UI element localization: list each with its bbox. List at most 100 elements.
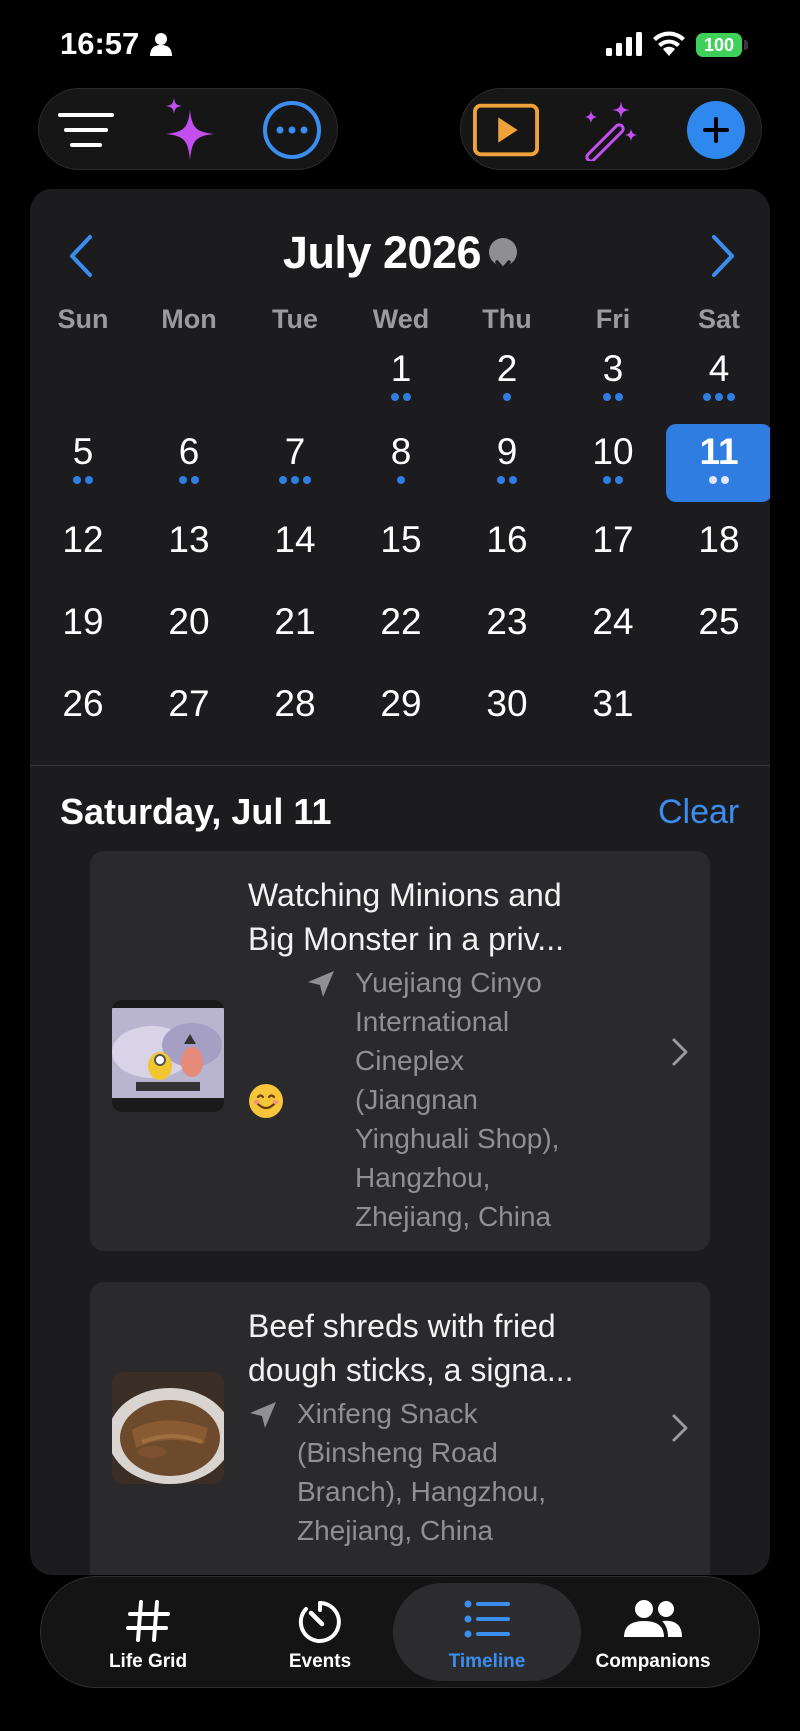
calendar-day[interactable]: 22	[348, 594, 454, 672]
day-number: 10	[592, 431, 634, 472]
day-number: 22	[380, 601, 422, 642]
tab-label: Timeline	[448, 1651, 526, 1672]
weekday-label: Fri	[595, 304, 631, 334]
more-icon	[263, 101, 321, 159]
magic-wand-icon	[585, 101, 637, 161]
day-number: 12	[62, 519, 104, 560]
calendar-day[interactable]: 1	[348, 341, 454, 419]
calendar-day[interactable]: 25	[666, 594, 770, 672]
event-card[interactable]: Beef shreds with fried dough sticks, a s…	[90, 1282, 710, 1575]
event-dots	[560, 728, 666, 738]
event-dots	[348, 646, 454, 656]
location-line: Branch), Hangzhou,	[297, 1476, 547, 1507]
weekday-label: Thu	[482, 304, 532, 334]
tab-timeline[interactable]: Timeline	[393, 1583, 581, 1681]
weekday-header: Sun Mon Tue Wed Thu Fri Sat	[30, 304, 770, 344]
calendar-day[interactable]: 3	[560, 341, 666, 419]
day-number: 11	[699, 431, 739, 472]
event-title: Beef shreds with fried dough sticks, a s…	[248, 1304, 628, 1392]
calendar-day[interactable]: 27	[136, 676, 242, 754]
calendar-day[interactable]: 18	[666, 512, 770, 590]
event-dots	[454, 646, 560, 656]
day-number: 18	[698, 519, 740, 560]
event-dot	[391, 393, 399, 401]
calendar-day[interactable]: 15	[348, 512, 454, 590]
calendar-day[interactable]: 23	[454, 594, 560, 672]
calendar-day[interactable]: 17	[560, 512, 666, 590]
calendar-day[interactable]: 13	[136, 512, 242, 590]
event-dot	[73, 476, 81, 484]
location-line: Xinfeng Snack	[297, 1398, 478, 1429]
more-button[interactable]	[259, 97, 325, 163]
calendar-day[interactable]: 24	[560, 594, 666, 672]
toolbar-left	[38, 88, 338, 170]
weekday-label: Tue	[272, 304, 318, 334]
ai-sparkles-button[interactable]	[157, 97, 223, 163]
event-dots	[30, 564, 136, 574]
magic-wand-button[interactable]	[575, 97, 641, 163]
event-photo	[112, 1372, 224, 1484]
calendar-day[interactable]: 16	[454, 512, 560, 590]
event-dot	[615, 393, 623, 401]
weekday-label: Sun	[57, 304, 109, 334]
event-card[interactable]: Watching Minions and Big Monster in a pr…	[90, 851, 710, 1251]
event-title-line: dough sticks, a signa...	[248, 1352, 574, 1388]
event-dots	[136, 646, 242, 656]
calendar-day[interactable]: 20	[136, 594, 242, 672]
event-dots	[30, 728, 136, 738]
calendar-day[interactable]: 19	[30, 594, 136, 672]
calendar-day[interactable]: 12	[30, 512, 136, 590]
calendar-day[interactable]: 28	[242, 676, 348, 754]
tab-companions[interactable]: Companions	[583, 1577, 723, 1687]
month-title[interactable]: July 2026	[30, 227, 770, 279]
calendar-day[interactable]: 29	[348, 676, 454, 754]
menu-button[interactable]	[53, 97, 119, 163]
event-dots	[666, 646, 770, 656]
calendar-day[interactable]: 14	[242, 512, 348, 590]
calendar-day[interactable]: 4	[666, 341, 770, 419]
event-dot	[721, 476, 729, 484]
day-number: 1	[390, 348, 412, 389]
selected-date-heading: Saturday, Jul 11	[60, 791, 332, 832]
calendar-day[interactable]: 5	[30, 424, 136, 502]
calendar-day[interactable]: 31	[560, 676, 666, 754]
weekday-label: Sat	[697, 304, 741, 334]
location-line: Zhejiang, China	[297, 1515, 494, 1546]
calendar-card: July 2026 Sun Mon Tue Wed Thu Fri Sat 12…	[30, 189, 770, 1575]
slideshow-button[interactable]	[473, 97, 539, 163]
location-line: Zhejiang, China	[355, 1201, 552, 1232]
calendar-day[interactable]: 6	[136, 424, 242, 502]
tab-events[interactable]: Events	[245, 1577, 395, 1687]
day-number: 28	[274, 683, 316, 724]
add-button[interactable]	[683, 97, 749, 163]
calendar-day[interactable]: 26	[30, 676, 136, 754]
divider	[30, 765, 770, 766]
event-title-line: Big Monster in a priv...	[248, 921, 564, 957]
day-number: 7	[284, 431, 306, 472]
calendar-day[interactable]: 21	[242, 594, 348, 672]
tab-life-grid[interactable]: Life Grid	[73, 1577, 223, 1687]
event-dot	[715, 393, 723, 401]
tab-bar: Life Grid Events Timeline Companions	[40, 1576, 760, 1688]
location-line: Cineplex	[355, 1045, 464, 1076]
location-line: (Jiangnan	[355, 1084, 478, 1115]
calendar-day[interactable]: 2	[454, 341, 560, 419]
next-month-button[interactable]	[700, 231, 744, 281]
calendar-day[interactable]: 30	[454, 676, 560, 754]
clear-button[interactable]: Clear	[658, 793, 739, 832]
weekday-label: Wed	[372, 304, 430, 334]
calendar-day-selected[interactable]: 11	[666, 424, 770, 502]
event-title-line: Watching Minions and	[248, 877, 562, 913]
battery-tip	[744, 40, 748, 50]
calendar-day[interactable]: 8	[348, 424, 454, 502]
event-dots	[454, 476, 560, 486]
event-dots	[348, 476, 454, 486]
status-time: 16:57	[60, 26, 140, 61]
add-icon	[687, 101, 745, 159]
calendar-day[interactable]: 10	[560, 424, 666, 502]
day-number: 23	[486, 601, 528, 642]
calendar-day[interactable]: 7	[242, 424, 348, 502]
calendar-day[interactable]: 9	[454, 424, 560, 502]
chevron-down-icon	[489, 238, 518, 271]
day-number: 13	[168, 519, 210, 560]
